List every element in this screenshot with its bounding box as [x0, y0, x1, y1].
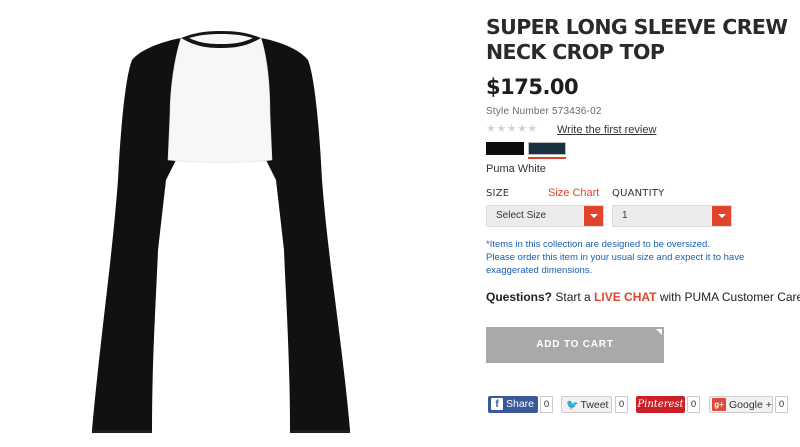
shirt-body [167, 37, 273, 163]
googleplus-share-button[interactable]: g+ Google + [709, 396, 773, 413]
oversized-note-line2: Please order this item in your usual siz… [486, 252, 745, 276]
facebook-share-button[interactable]: f Share [488, 396, 538, 413]
pinterest-pin-count: 0 [687, 396, 700, 413]
googleplus-icon: g+ [712, 398, 726, 411]
left-sleeve [92, 38, 181, 430]
pinterest-pin-button[interactable]: Pinterest [636, 396, 685, 413]
add-to-cart-button[interactable]: ADD TO CART [486, 327, 664, 363]
product-image[interactable] [0, 0, 470, 447]
right-cuff [290, 430, 350, 433]
googleplus-share-count: 0 [775, 396, 788, 413]
questions-line: Questions? Start a LIVE CHAT with PUMA C… [486, 290, 800, 304]
color-swatch-white[interactable] [528, 142, 566, 155]
live-chat-link[interactable]: LIVE CHAT [594, 290, 656, 304]
questions-text-before: Start a [552, 290, 595, 304]
selected-swatch-indicator [528, 157, 566, 159]
rating-stars: ★★★★★ [486, 123, 538, 135]
write-review-link[interactable]: Write the first review [557, 124, 656, 136]
oversized-note-line1: *Items in this collection are designed t… [486, 239, 710, 250]
facebook-share-label: Share [506, 398, 535, 410]
facebook-share-count: 0 [540, 396, 553, 413]
corner-notch-icon [656, 329, 662, 335]
right-sleeve [261, 38, 350, 430]
facebook-icon: f [491, 398, 503, 410]
size-label: SIZE [486, 188, 510, 199]
twitter-bird-icon: 🐦 [566, 400, 579, 411]
add-to-cart-label: ADD TO CART [536, 339, 614, 350]
style-number: Style Number 573436-02 [486, 106, 602, 117]
twitter-tweet-count: 0 [615, 396, 628, 413]
quantity-select-value: 1 [622, 210, 628, 221]
questions-text-after: with PUMA Customer Care. [656, 290, 800, 304]
pinterest-pin-label: Pinterest [637, 399, 684, 410]
crop-top-illustration [92, 31, 350, 433]
product-price: $175.00 [486, 75, 579, 99]
left-cuff [92, 430, 152, 433]
size-select[interactable]: Select Size [486, 205, 604, 227]
questions-lead: Questions? [486, 290, 553, 304]
chevron-down-icon[interactable] [712, 206, 731, 226]
color-swatch-black[interactable] [486, 142, 524, 155]
size-select-value: Select Size [496, 210, 547, 221]
twitter-tweet-button[interactable]: 🐦 Tweet [561, 396, 612, 413]
product-title: SUPER LONG SLEEVE CREW NECK CROP TOP [486, 15, 788, 64]
quantity-select[interactable]: 1 [612, 205, 732, 227]
style-number-label: Style Number [486, 106, 549, 117]
twitter-tweet-label: Tweet [580, 399, 609, 411]
googleplus-share-label: Google + [729, 399, 772, 411]
oversized-note: *Items in this collection are designed t… [486, 238, 786, 277]
chevron-down-icon[interactable] [584, 206, 603, 226]
size-chart-link[interactable]: Size Chart [548, 187, 599, 199]
style-number-value: 573436-02 [551, 106, 602, 117]
quantity-label: QUANTITY [612, 188, 665, 199]
selected-color-name: Puma White [486, 163, 546, 175]
